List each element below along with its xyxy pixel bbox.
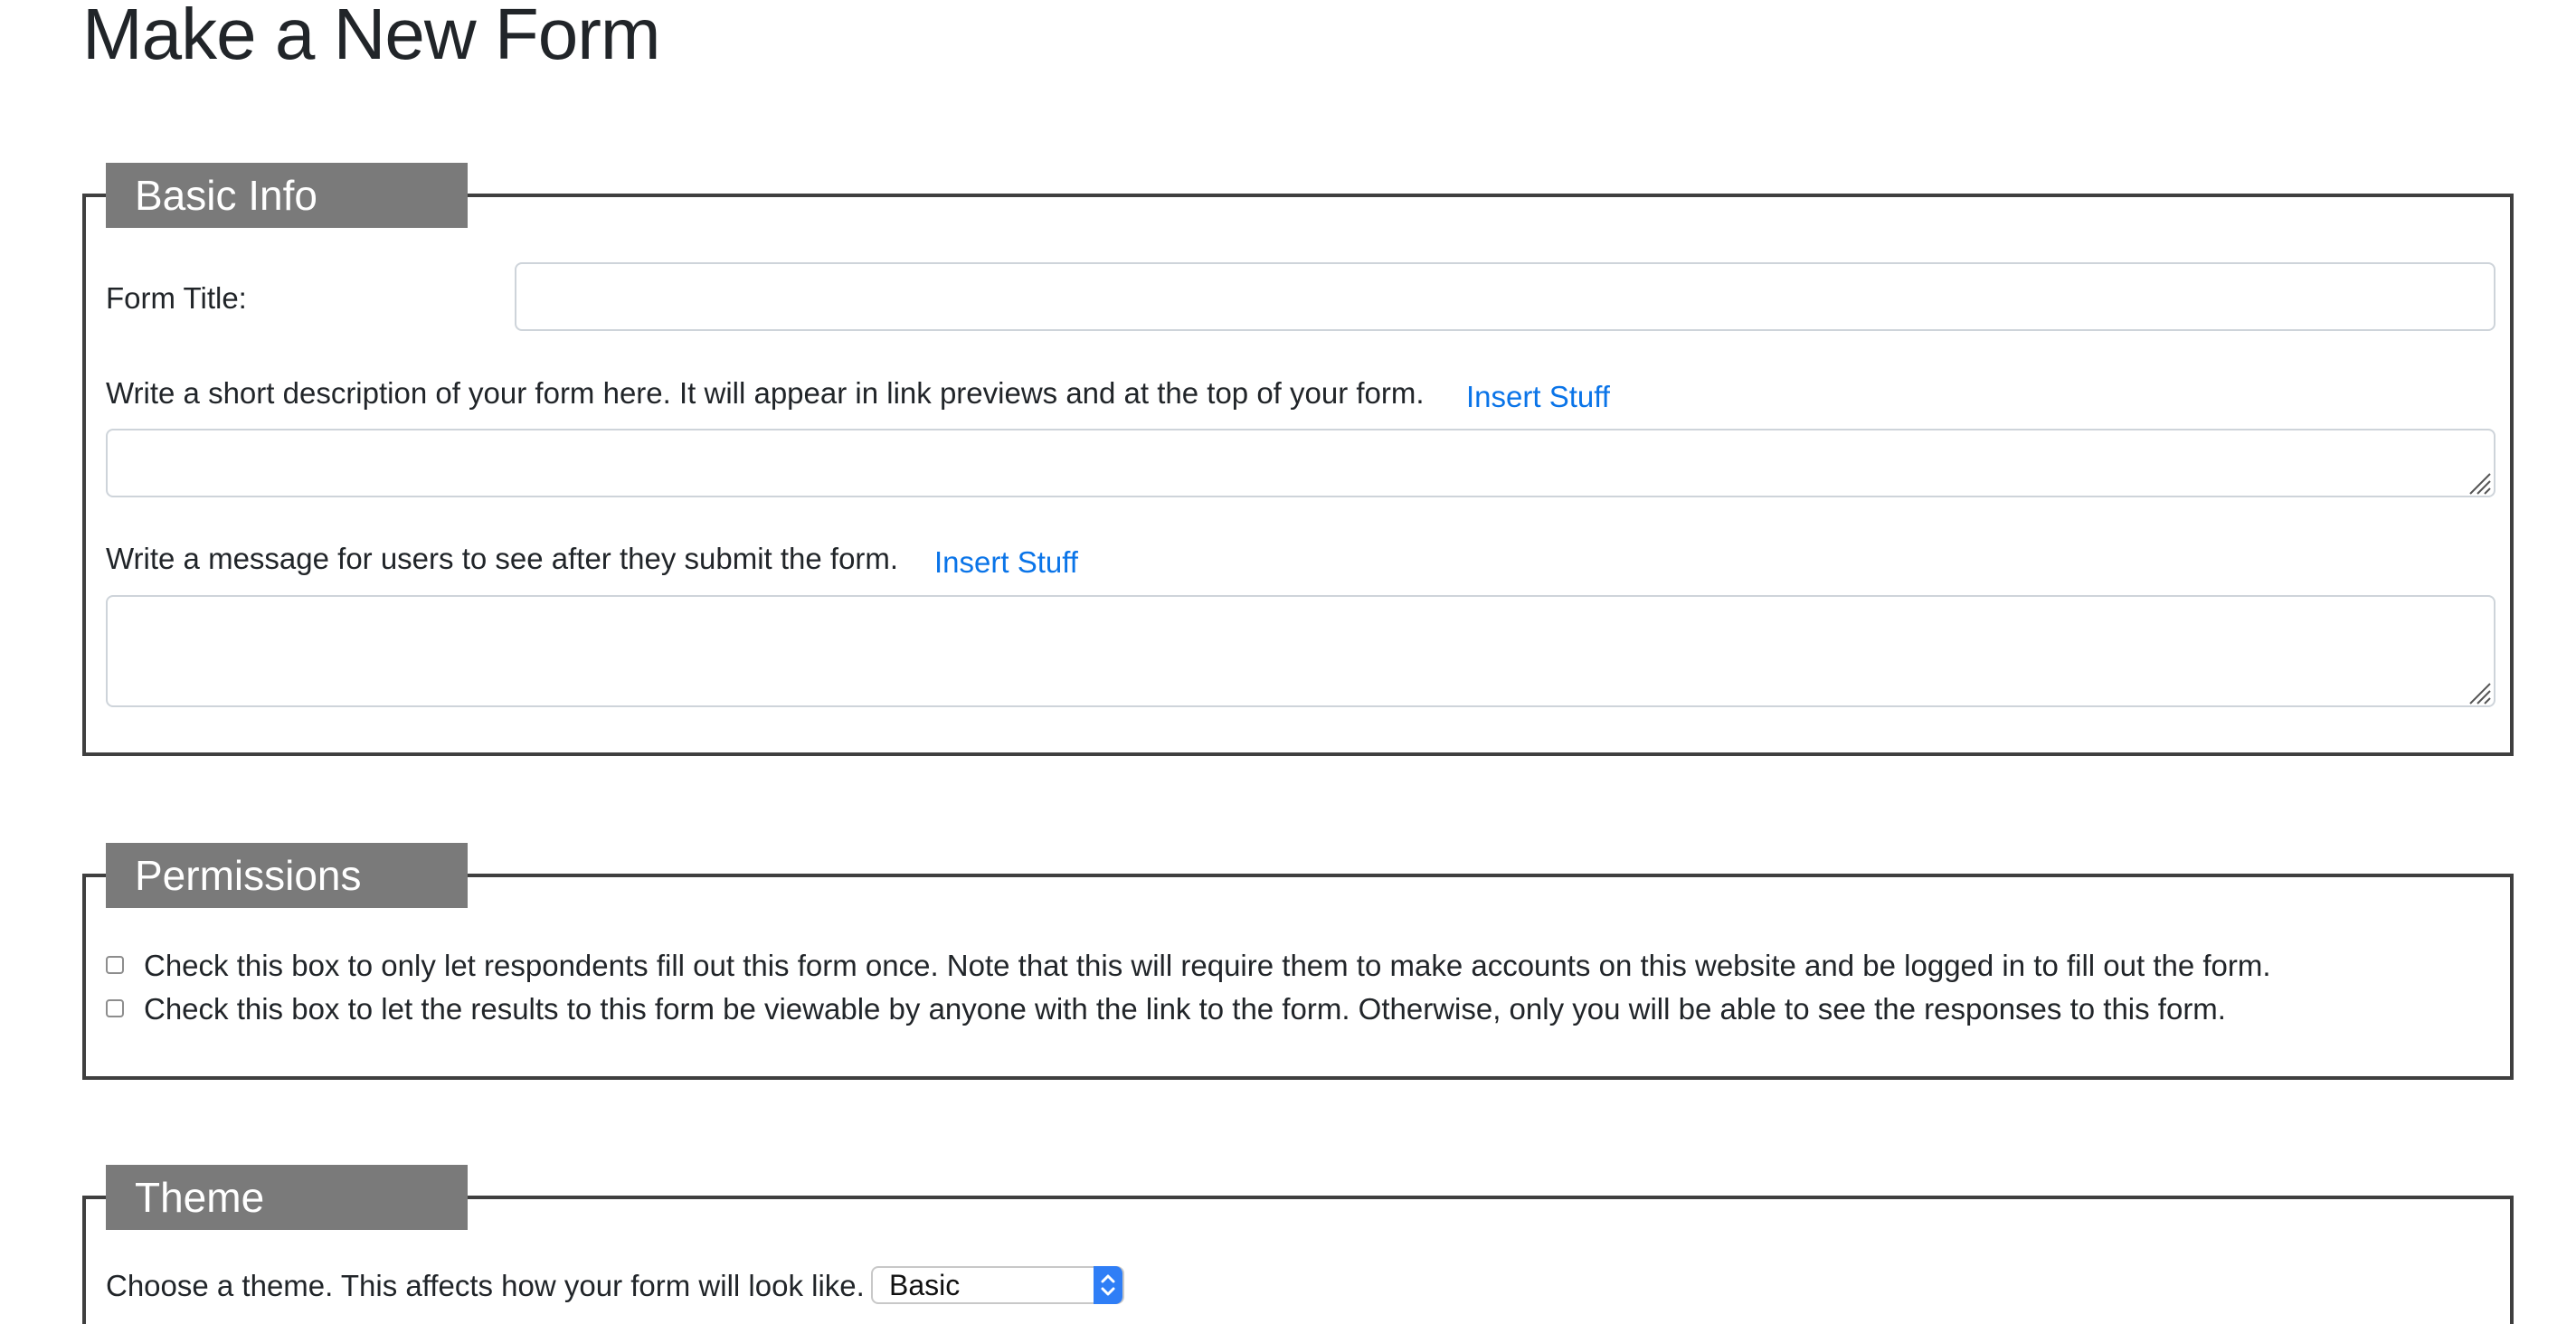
theme-section: Theme Choose a theme. This affects how y… — [82, 1165, 2514, 1324]
resize-grip-icon[interactable] — [2467, 680, 2492, 705]
theme-legend: Theme — [106, 1165, 468, 1230]
basic-info-section: Basic Info Form Title: Write a short des… — [82, 163, 2514, 756]
theme-select-value: Basic — [889, 1269, 961, 1301]
form-title-input[interactable] — [515, 262, 2496, 331]
public-results-checkbox[interactable] — [106, 999, 124, 1017]
message-textarea[interactable] — [106, 595, 2496, 707]
form-title-label: Form Title: — [106, 281, 247, 315]
description-label: Write a short description of your form h… — [106, 376, 1425, 410]
public-results-label: Check this box to let the results to thi… — [144, 992, 2226, 1026]
message-label: Write a message for users to see after t… — [106, 542, 899, 575]
page-title: Make a New Form — [82, 0, 660, 74]
resize-grip-icon[interactable] — [2467, 470, 2492, 496]
message-insert-stuff-link[interactable]: Insert Stuff — [934, 544, 1078, 581]
permissions-section: Permissions Check this box to only let r… — [82, 843, 2514, 1080]
respond-once-label: Check this box to only let respondents f… — [144, 949, 2271, 982]
select-arrows-icon — [1094, 1266, 1122, 1304]
page: Make a New Form Basic Info Form Title: W… — [0, 0, 2576, 1324]
basic-info-legend: Basic Info — [106, 163, 468, 228]
permissions-legend: Permissions — [106, 843, 468, 908]
theme-select[interactable]: Basic — [871, 1266, 1124, 1304]
theme-label: Choose a theme. This affects how your fo… — [106, 1269, 865, 1302]
description-textarea[interactable] — [106, 429, 2496, 497]
respond-once-checkbox[interactable] — [106, 956, 124, 974]
description-insert-stuff-link[interactable]: Insert Stuff — [1466, 379, 1610, 415]
